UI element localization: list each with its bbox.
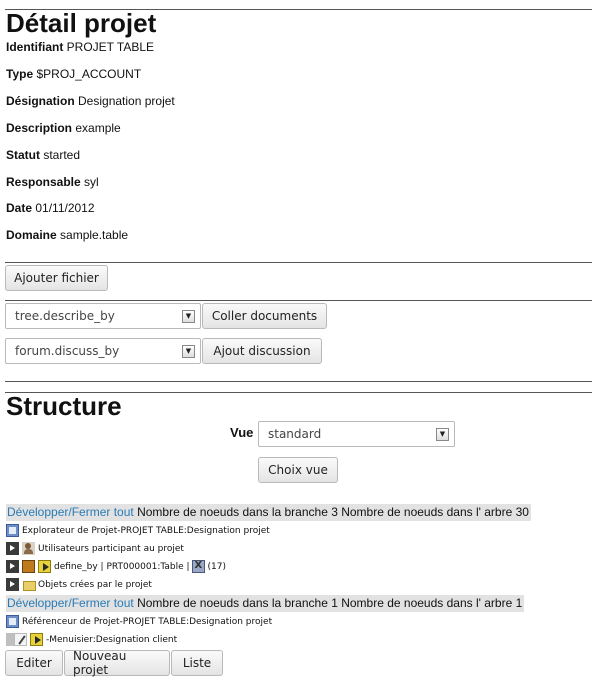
node-count-text: Nombre de noeuds dans la branche 3 Nombr… bbox=[133, 505, 529, 519]
folder-icon bbox=[22, 578, 36, 591]
divider bbox=[5, 262, 592, 263]
divider bbox=[5, 381, 592, 382]
field-responsable: Responsable syl bbox=[6, 175, 99, 189]
tree-header-explorer: Développer/Fermer tout Nombre de noeuds … bbox=[6, 504, 531, 521]
tree-root-explorer[interactable]: Explorateur de Projet-PROJET TABLE:Desig… bbox=[6, 523, 270, 538]
chevron-down-icon: ▼ bbox=[182, 310, 195, 323]
tree-node-menuisier[interactable]: -Menuisier:Designation client bbox=[6, 632, 177, 647]
list-button[interactable]: Liste bbox=[171, 650, 223, 676]
play-icon bbox=[30, 633, 43, 646]
referencer-icon bbox=[6, 615, 19, 628]
discuss-select[interactable]: forum.discuss_by ▼ bbox=[5, 338, 201, 364]
describe-select[interactable]: tree.describe_by ▼ bbox=[5, 303, 201, 329]
edit-pen-icon bbox=[14, 633, 27, 646]
add-discussion-button[interactable]: Ajout discussion bbox=[202, 338, 322, 364]
user-icon bbox=[22, 542, 35, 555]
tree-node-define-by[interactable]: define_by | PRT000001:Table | (17) bbox=[6, 559, 226, 574]
vue-select[interactable]: standard ▼ bbox=[258, 421, 455, 447]
expand-arrow-icon[interactable] bbox=[6, 578, 19, 591]
chevron-down-icon: ▼ bbox=[436, 428, 449, 441]
field-description: Description example bbox=[6, 121, 121, 135]
field-statut: Statut started bbox=[6, 148, 81, 162]
edit-button[interactable]: Editer bbox=[5, 650, 63, 676]
vue-label: Vue bbox=[230, 425, 254, 440]
expand-arrow-icon[interactable] bbox=[6, 542, 19, 555]
divider bbox=[5, 300, 592, 301]
page-title: Détail projet bbox=[6, 8, 157, 38]
tool-icon bbox=[191, 560, 205, 573]
expand-collapse-link[interactable]: Développer/Fermer tout bbox=[7, 596, 134, 610]
node-count-text: Nombre de noeuds dans la branche 1 Nombr… bbox=[133, 596, 523, 610]
field-designation: Désignation Designation projet bbox=[6, 94, 175, 108]
structure-title: Structure bbox=[6, 391, 122, 421]
field-date: Date 01/11/2012 bbox=[6, 201, 95, 215]
field-type: Type $PROJ_ACCOUNT bbox=[6, 67, 142, 81]
paste-documents-button[interactable]: Coller documents bbox=[202, 303, 327, 329]
tree-header-referencer: Développer/Fermer tout Nombre de noeuds … bbox=[6, 595, 525, 612]
indent-spacer bbox=[6, 633, 14, 646]
field-domaine: Domaine sample.table bbox=[6, 228, 129, 242]
tree-root-referencer[interactable]: Référenceur de Projet-PROJET TABLE:Desig… bbox=[6, 614, 272, 629]
tree-node-users[interactable]: Utilisateurs participant au projet bbox=[6, 541, 184, 556]
play-icon bbox=[38, 560, 51, 573]
expand-collapse-link[interactable]: Développer/Fermer tout bbox=[7, 505, 134, 519]
package-icon bbox=[22, 560, 35, 573]
tree-node-objects[interactable]: Objets crées par le projet bbox=[6, 577, 152, 592]
expand-arrow-icon[interactable] bbox=[6, 560, 19, 573]
choose-view-button[interactable]: Choix vue bbox=[258, 457, 338, 483]
new-project-button[interactable]: Nouveau projet bbox=[64, 649, 170, 677]
chevron-down-icon: ▼ bbox=[182, 345, 195, 358]
explorer-icon bbox=[6, 524, 19, 537]
add-file-button[interactable]: Ajouter fichier bbox=[5, 265, 108, 291]
field-identifiant: Identifiant PROJET TABLE bbox=[6, 40, 155, 54]
